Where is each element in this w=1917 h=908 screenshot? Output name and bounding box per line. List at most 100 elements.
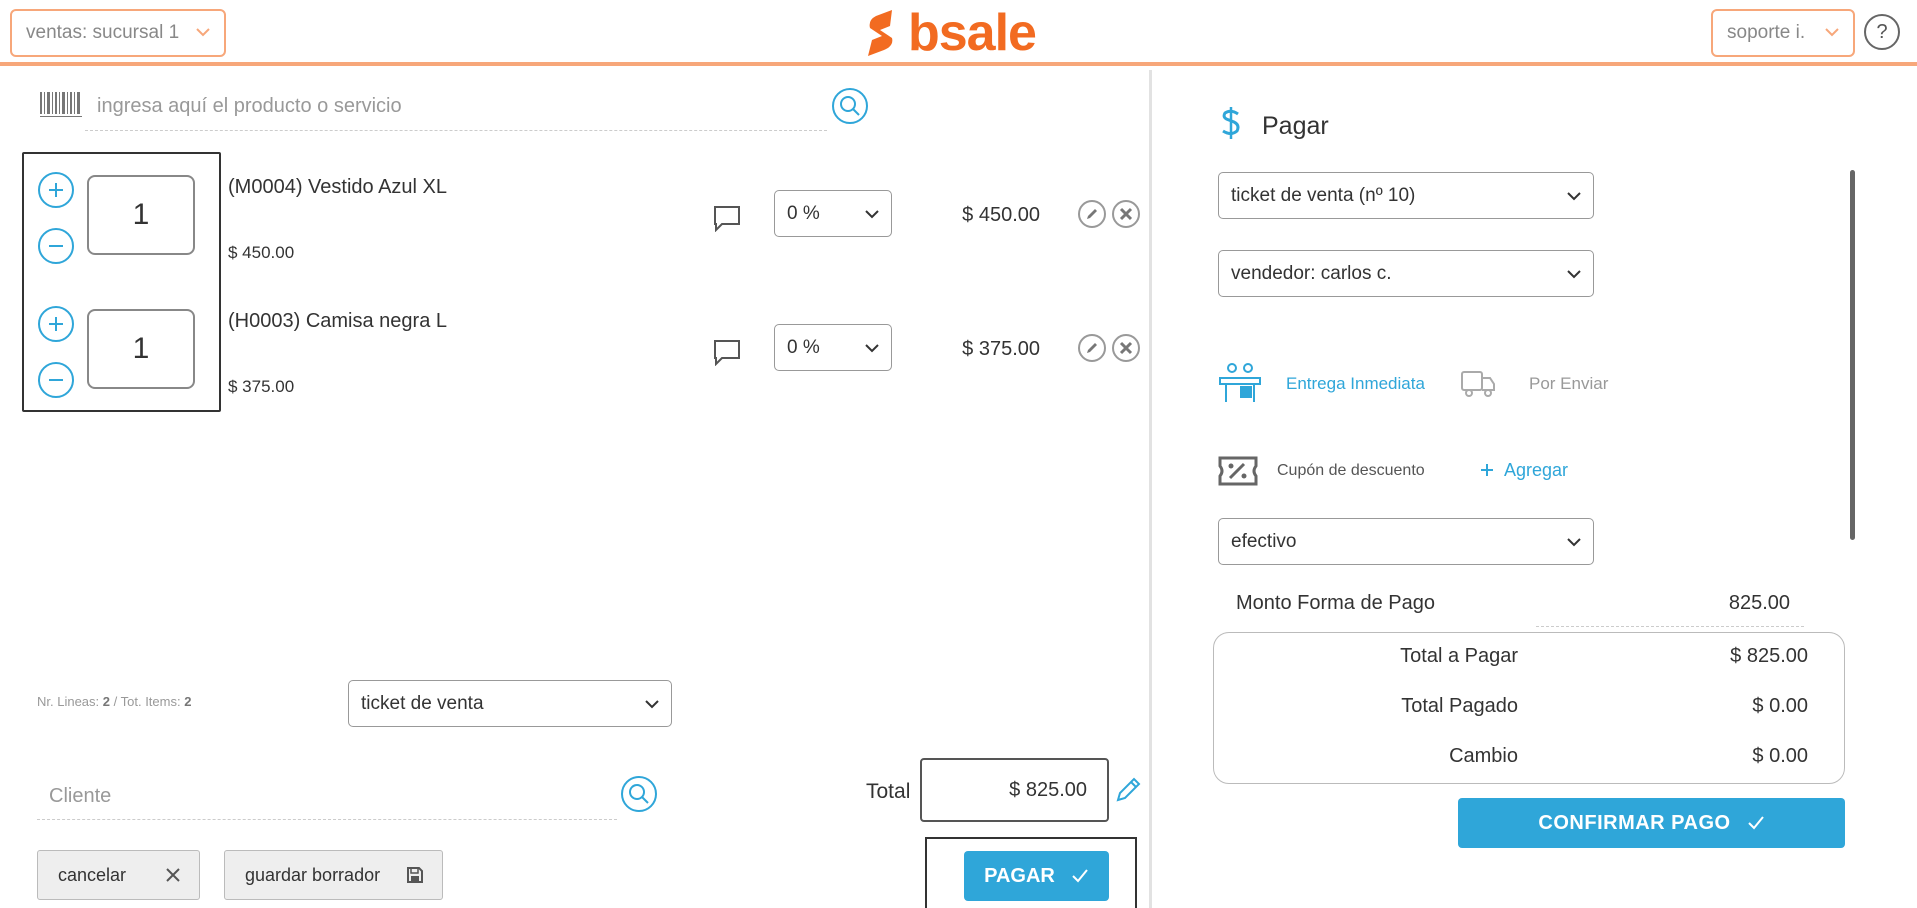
decrease-qty-button[interactable] — [38, 362, 74, 398]
chevron-down-icon — [865, 209, 879, 218]
comment-icon[interactable] — [712, 204, 742, 233]
change-label: Cambio — [1449, 745, 1518, 767]
add-coupon-button[interactable]: Agregar — [1480, 460, 1568, 481]
items-count: 2 — [184, 694, 192, 709]
payment-amount-value[interactable]: 825.00 — [1540, 592, 1790, 615]
items-label: / Tot. Items: — [113, 694, 181, 709]
barcode-icon — [40, 92, 82, 122]
increase-qty-button[interactable] — [38, 306, 74, 342]
change-row: Cambio $ 0.00 — [1214, 745, 1846, 775]
lines-summary: Nr. Lineas: 2 / Tot. Items: 2 — [37, 694, 191, 709]
logo-text: bsale — [908, 4, 1037, 62]
payment-totals: Total a Pagar $ 825.00 Total Pagado $ 0.… — [1213, 632, 1845, 784]
minus-icon — [49, 245, 63, 247]
document-type-select[interactable]: ticket de venta — [348, 680, 672, 727]
close-icon — [1119, 341, 1133, 355]
payment-document-select[interactable]: ticket de venta (nº 10) — [1218, 172, 1594, 219]
increase-qty-button[interactable] — [38, 172, 74, 208]
floppy-disk-icon — [407, 867, 423, 883]
chevron-down-icon — [865, 343, 879, 352]
plus-icon — [1481, 464, 1493, 476]
chevron-down-icon — [1825, 24, 1839, 42]
item-unit-price: $ 375.00 — [228, 377, 295, 396]
total-to-pay-value: $ 825.00 — [1730, 645, 1808, 667]
panel-divider — [1149, 70, 1152, 908]
cancel-button[interactable]: cancelar — [37, 850, 200, 900]
seller-value: vendedor: carlos c. — [1231, 262, 1392, 284]
remove-item-button[interactable] — [1112, 200, 1140, 228]
pay-button[interactable]: PAGAR — [964, 851, 1109, 901]
help-label: ? — [1876, 20, 1888, 43]
remove-item-button[interactable] — [1112, 334, 1140, 362]
bsale-logo-icon — [868, 10, 893, 56]
quantity-field[interactable]: 1 — [87, 309, 195, 389]
scrollbar[interactable] — [1850, 170, 1855, 540]
confirm-payment-button[interactable]: CONFIRMAR PAGO — [1458, 798, 1845, 848]
chevron-down-icon — [1567, 269, 1581, 278]
document-type-value: ticket de venta — [361, 692, 484, 714]
total-paid-label: Total Pagado — [1401, 695, 1518, 717]
payment-amount-label: Monto Forma de Pago — [1236, 592, 1435, 614]
discount-select[interactable]: 0 % — [774, 324, 892, 371]
payment-method-select[interactable]: efectivo — [1218, 518, 1594, 565]
checkmark-icon — [1747, 816, 1764, 830]
minus-icon — [49, 379, 63, 381]
payment-amount-underline — [1536, 626, 1804, 627]
save-draft-label: guardar borrador — [245, 864, 381, 885]
discount-value: 0 % — [787, 202, 820, 224]
help-button[interactable]: ? — [1864, 14, 1900, 50]
chevron-down-icon — [1567, 191, 1581, 200]
line-total: $ 450.00 — [962, 204, 1040, 226]
plus-icon — [49, 183, 63, 197]
pencil-icon[interactable] — [1114, 776, 1142, 804]
close-icon — [1119, 207, 1133, 221]
truck-icon[interactable] — [1460, 366, 1496, 398]
ship-delivery-option[interactable]: Por Enviar — [1529, 374, 1608, 394]
cancel-label: cancelar — [58, 864, 127, 885]
item-unit-price: $ 450.00 — [228, 243, 295, 262]
pencil-icon — [1087, 343, 1097, 353]
item-name: (M0004) Vestido Azul XL — [228, 176, 448, 198]
total-paid-value: $ 0.00 — [1752, 695, 1808, 717]
confirm-payment-label: CONFIRMAR PAGO — [1538, 811, 1731, 834]
product-search — [85, 86, 827, 131]
coupon-icon — [1218, 456, 1258, 486]
quantity-field[interactable]: 1 — [87, 175, 195, 255]
total-label: Total — [866, 780, 911, 803]
change-value: $ 0.00 — [1752, 745, 1808, 767]
bsale-logo: bsale — [862, 4, 1037, 62]
checkmark-icon — [1072, 869, 1088, 883]
payment-title: Pagar — [1262, 112, 1329, 140]
decrease-qty-button[interactable] — [38, 228, 74, 264]
product-search-input[interactable] — [85, 86, 827, 126]
save-draft-button[interactable]: guardar borrador — [224, 850, 443, 900]
payment-method-value: efectivo — [1231, 530, 1297, 552]
lines-label: Nr. Lineas: — [37, 694, 100, 709]
chevron-down-icon — [196, 24, 210, 42]
quantity-panel: 1 1 — [22, 152, 221, 412]
edit-item-button[interactable] — [1078, 200, 1106, 228]
line-total: $ 375.00 — [962, 338, 1040, 360]
client-search — [37, 776, 617, 820]
immediate-delivery-option[interactable]: Entrega Inmediata — [1286, 374, 1425, 394]
seller-select[interactable]: vendedor: carlos c. — [1218, 250, 1594, 297]
top-bar: ventas: sucursal 1 bsale soporte i. ? — [0, 0, 1917, 66]
user-select-label: soporte i. — [1727, 22, 1806, 43]
search-icon[interactable] — [621, 776, 657, 812]
branch-select[interactable]: ventas: sucursal 1 — [10, 9, 226, 57]
plus-icon — [49, 317, 63, 331]
total-to-pay-row: Total a Pagar $ 825.00 — [1214, 645, 1846, 675]
total-paid-row: Total Pagado $ 0.00 — [1214, 695, 1846, 725]
lines-count: 2 — [102, 694, 111, 709]
immediate-delivery-icon[interactable] — [1218, 360, 1262, 404]
search-icon[interactable] — [832, 88, 868, 124]
add-coupon-label: Agregar — [1504, 460, 1569, 480]
comment-icon[interactable] — [712, 338, 742, 367]
edit-item-button[interactable] — [1078, 334, 1106, 362]
discount-value: 0 % — [787, 336, 820, 358]
payment-document-value: ticket de venta (nº 10) — [1231, 184, 1416, 206]
discount-select[interactable]: 0 % — [774, 190, 892, 237]
client-input[interactable] — [37, 776, 617, 816]
chevron-down-icon — [1567, 537, 1581, 546]
user-select[interactable]: soporte i. — [1711, 9, 1855, 57]
